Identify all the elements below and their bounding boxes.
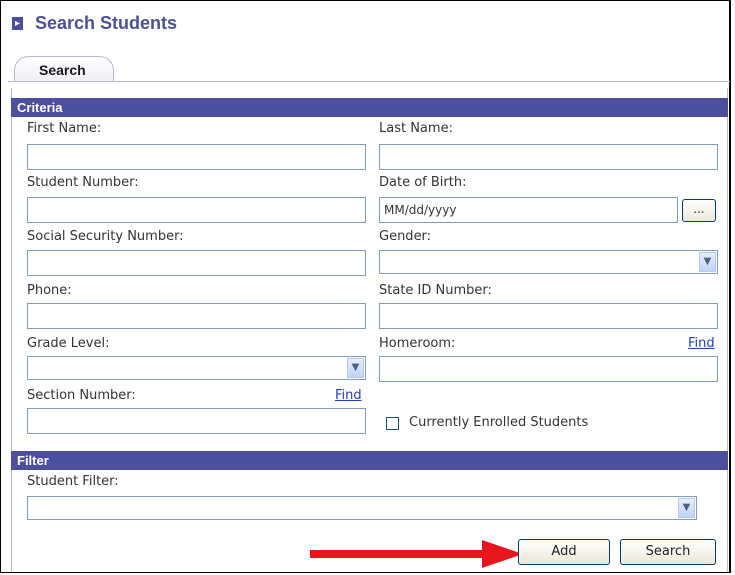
section-number-label: Section Number: xyxy=(27,388,136,403)
homeroom-find-link[interactable]: Find xyxy=(688,336,715,351)
student-filter-label: Student Filter: xyxy=(27,474,119,489)
student-number-field[interactable] xyxy=(27,197,366,223)
tab-divider xyxy=(8,81,730,82)
state-id-label: State ID Number: xyxy=(379,283,492,298)
homeroom-label: Homeroom: xyxy=(379,336,456,351)
section-number-field[interactable] xyxy=(27,408,366,434)
last-name-field[interactable] xyxy=(379,144,718,170)
phone-label: Phone: xyxy=(27,283,72,298)
phone-field[interactable] xyxy=(27,303,366,329)
first-name-field[interactable] xyxy=(27,144,366,170)
chevron-down-icon[interactable]: ▼ xyxy=(699,252,716,272)
criteria-section-header: Criteria xyxy=(11,98,728,117)
gender-select[interactable]: ▼ xyxy=(379,250,718,274)
section-number-find-link[interactable]: Find xyxy=(335,388,362,403)
ssn-label: Social Security Number: xyxy=(27,229,184,244)
grade-level-label: Grade Level: xyxy=(27,336,110,351)
homeroom-field[interactable] xyxy=(379,356,718,382)
filter-section-header: Filter xyxy=(11,451,728,470)
date-of-birth-label: Date of Birth: xyxy=(379,175,467,190)
last-name-label: Last Name: xyxy=(379,121,453,136)
grade-level-select[interactable]: ▼ xyxy=(27,356,366,380)
page-title: Search Students xyxy=(35,12,178,33)
expand-arrow-icon[interactable]: ▸ xyxy=(12,16,23,30)
add-button[interactable]: Add xyxy=(518,539,610,565)
chevron-down-icon[interactable]: ▼ xyxy=(678,498,695,518)
chevron-down-icon[interactable]: ▼ xyxy=(347,358,364,378)
currently-enrolled-checkbox[interactable] xyxy=(386,417,399,430)
first-name-label: First Name: xyxy=(27,121,102,136)
page-header: ▸ Search Students xyxy=(12,12,177,34)
gender-label: Gender: xyxy=(379,229,432,244)
date-of-birth-field[interactable] xyxy=(379,197,678,223)
ssn-field[interactable] xyxy=(27,250,366,276)
tab-search[interactable]: Search xyxy=(14,56,114,82)
search-button[interactable]: Search xyxy=(620,539,716,565)
state-id-field[interactable] xyxy=(379,303,718,329)
student-number-label: Student Number: xyxy=(27,175,139,190)
student-filter-select[interactable]: ▼ xyxy=(27,496,697,520)
red-arrow-icon xyxy=(310,540,523,568)
currently-enrolled-label: Currently Enrolled Students xyxy=(409,415,589,430)
date-picker-button[interactable]: ... xyxy=(682,199,716,222)
